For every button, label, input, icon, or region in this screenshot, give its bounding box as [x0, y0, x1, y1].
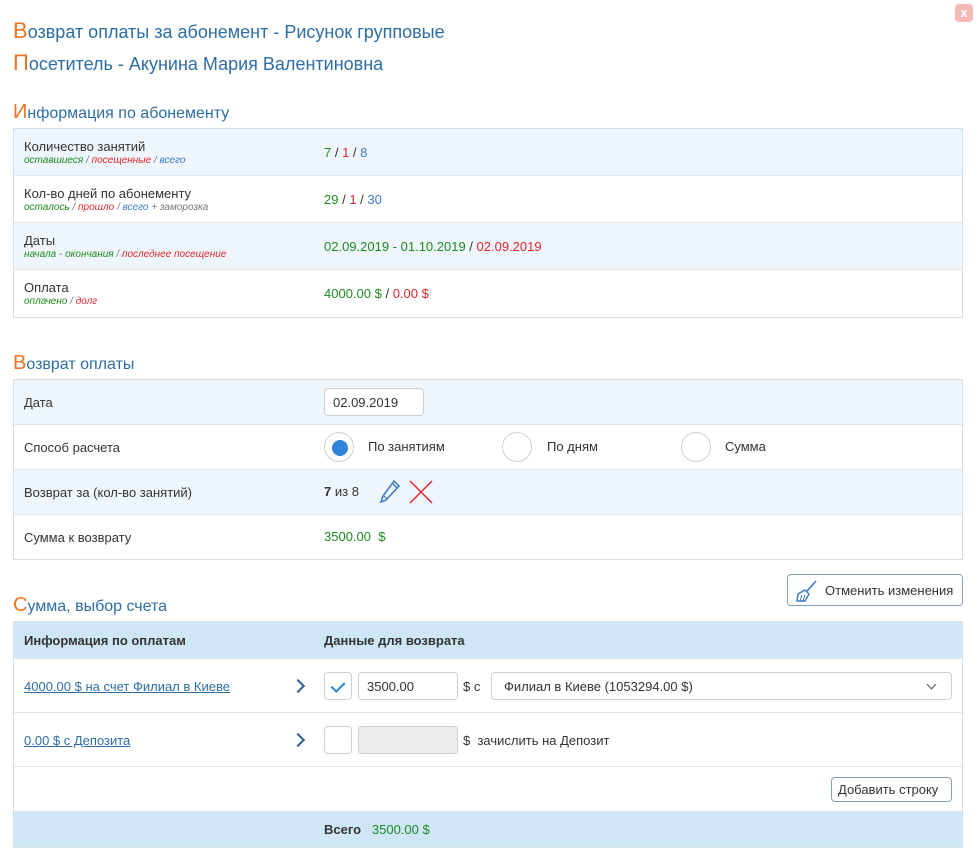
close-button[interactable]: x	[955, 4, 973, 22]
refund-sum-label: Сумма к возврату	[24, 530, 132, 545]
lessons-count-value: 7 / 1 / 8	[324, 145, 368, 160]
refund-section-title: Возврат оплаты	[13, 352, 135, 374]
days-count-value: 29 / 1 / 30	[324, 192, 382, 207]
method-by-days-radio[interactable]	[502, 432, 532, 462]
payment-label: Оплата	[24, 280, 69, 295]
lessons-count-row: Количество занятий оставшиеся / посещенн…	[14, 129, 962, 176]
payment-row: Оплата оплачено / долг 4000.00 $ / 0.00 …	[14, 270, 962, 317]
refund-amount-input[interactable]: 3500.00	[358, 672, 458, 700]
refund-sum-value: 3500.00 $	[324, 529, 386, 544]
total-row: Всего 3500.00 $	[14, 812, 962, 847]
visitor-title: Посетитель - Акунина Мария Валентиновна	[13, 50, 384, 75]
dates-label: Даты	[24, 233, 56, 248]
table-row: 4000.00 $ на счет Филиал в Киеве 3500.00…	[14, 659, 962, 713]
col-refund-data: Данные для возврата	[324, 633, 465, 648]
refund-for-value: 7 из 8	[324, 484, 359, 499]
accounts-section-title: Сумма, выбор счета	[13, 594, 168, 616]
refund-for-label: Возврат за (кол-во занятий)	[24, 485, 193, 500]
deposit-suffix-label: $ зачислить на Депозит	[463, 733, 610, 748]
days-count-legend: осталось / прошло / всего + заморозка	[24, 202, 209, 213]
calc-method-row: Способ расчета По занятиям По дням Сумма	[14, 425, 962, 470]
payment-link-deposit[interactable]: 0.00 $ с Депозита	[24, 733, 130, 748]
col-payment-info: Информация по оплатам	[24, 633, 186, 648]
account-select[interactable]: Филиал в Киеве (1053294.00 $)	[491, 672, 952, 700]
cancel-changes-button[interactable]: Отменить изменения	[787, 574, 963, 606]
chevron-down-icon	[926, 679, 937, 690]
days-count-row: Кол-во дней по абонементу осталось / про…	[14, 176, 962, 223]
row-checkbox[interactable]	[324, 672, 352, 700]
deposit-amount-input[interactable]	[358, 726, 458, 754]
account-select-value: Филиал в Киеве (1053294.00 $)	[504, 679, 693, 694]
refund-date-input[interactable]: 02.09.2019	[324, 388, 424, 416]
refund-for-row: Возврат за (кол-во занятий) 7 из 8	[14, 470, 962, 515]
info-section-title: Информация по абонементу	[13, 101, 230, 123]
dates-row: Даты начала - окончания / последнее посе…	[14, 223, 962, 270]
refund-sum-row: Сумма к возврату 3500.00 $	[14, 515, 962, 559]
chevron-right-icon[interactable]	[290, 732, 306, 748]
refund-date-label: Дата	[24, 395, 53, 410]
cancel-icon[interactable]	[408, 480, 434, 504]
refund-panel: Дата 02.09.2019 Способ расчета По заняти…	[13, 379, 963, 560]
broom-icon	[796, 580, 818, 602]
add-row-button[interactable]: Добавить строку	[831, 777, 952, 802]
row-checkbox[interactable]	[324, 726, 352, 754]
table-row: 0.00 $ с Депозита $ зачислить на Депозит	[14, 713, 962, 767]
days-count-label: Кол-во дней по абонементу	[24, 186, 192, 201]
chevron-right-icon[interactable]	[290, 678, 306, 694]
method-by-days-label: По дням	[547, 439, 598, 454]
lessons-count-label: Количество занятий	[24, 139, 146, 154]
pencil-icon[interactable]	[378, 479, 402, 505]
payment-legend: оплачено / долг	[24, 296, 98, 307]
method-by-sum-label: Сумма	[725, 439, 766, 454]
calc-method-label: Способ расчета	[24, 440, 121, 455]
dates-legend: начала - окончания / последнее посещение	[24, 249, 227, 260]
method-by-lessons-label: По занятиям	[368, 439, 445, 454]
method-by-lessons-radio[interactable]	[324, 432, 354, 462]
table-header: Информация по оплатам Данные для возврат…	[14, 622, 962, 659]
payment-value: 4000.00 $ / 0.00 $	[324, 286, 429, 301]
refund-date-row: Дата 02.09.2019	[14, 380, 962, 425]
cancel-changes-label: Отменить изменения	[825, 583, 954, 598]
payment-accounts-table: Информация по оплатам Данные для возврат…	[13, 621, 963, 848]
currency-from-label: $ с	[463, 679, 481, 694]
lessons-count-legend: оставшиеся / посещенные / всего	[24, 155, 186, 166]
add-row-row: Добавить строку	[14, 767, 962, 812]
payment-link-kiev[interactable]: 4000.00 $ на счет Филиал в Киеве	[24, 679, 230, 694]
dates-value: 02.09.2019 - 01.10.2019 / 02.09.2019	[324, 239, 542, 254]
page-title: Возврат оплаты за абонемент - Рисунок гр…	[13, 18, 445, 43]
method-by-sum-radio[interactable]	[681, 432, 711, 462]
subscription-info-panel: Количество занятий оставшиеся / посещенн…	[13, 128, 963, 318]
total-value: Всего 3500.00 $	[324, 822, 430, 837]
